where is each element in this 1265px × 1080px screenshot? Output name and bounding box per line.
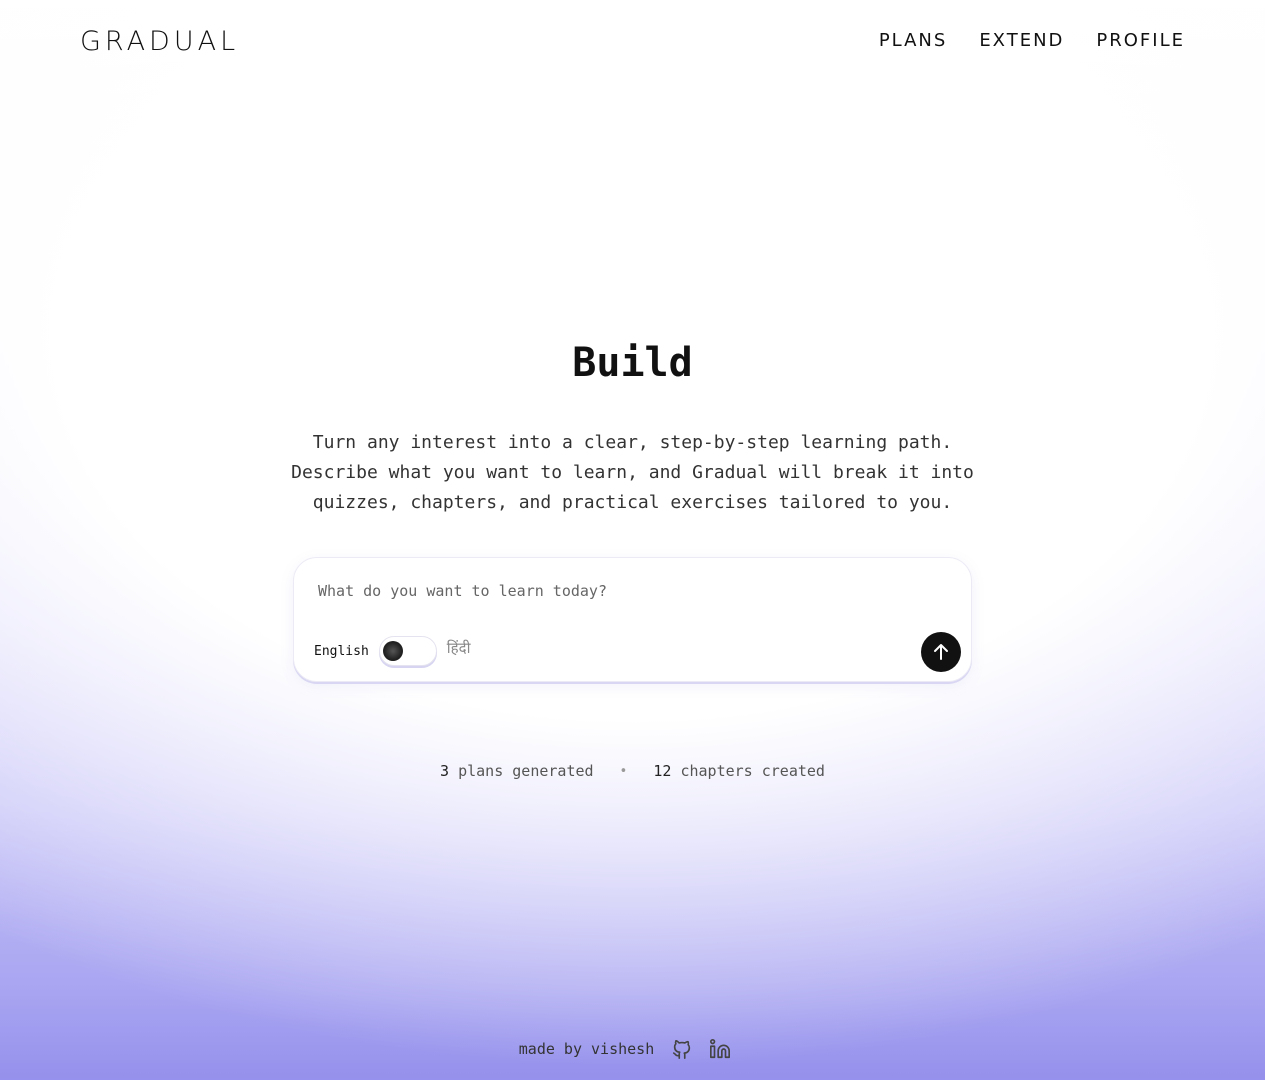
language-label-english: English [314, 643, 369, 659]
arrow-up-icon [931, 642, 951, 662]
stats-separator: • [619, 763, 628, 779]
logo[interactable]: GRADUAL [80, 26, 239, 57]
language-switch: English हिंदी [314, 636, 471, 666]
chapters-label: chapters created [680, 762, 825, 780]
nav-link-profile[interactable]: PROFILE [1096, 30, 1185, 51]
header: GRADUAL PLANS EXTEND PROFILE [0, 0, 1265, 82]
linkedin-icon[interactable] [708, 1037, 732, 1061]
prompt-card: English हिंदी [293, 557, 972, 682]
plans-label: plans generated [458, 762, 594, 780]
usage-stats: 3 plans generated • 12 chapters created [0, 762, 1265, 780]
language-toggle[interactable] [378, 636, 437, 666]
page-title: Build [572, 340, 693, 386]
submit-button[interactable] [921, 632, 961, 672]
learn-topic-input[interactable] [318, 580, 918, 602]
footer: made by vishesh [0, 1034, 1265, 1064]
plans-count: 3 [440, 762, 450, 780]
language-label-hindi: हिंदी [446, 639, 471, 657]
chapters-count: 12 [653, 762, 672, 780]
background-gradient [0, 0, 1265, 1080]
github-icon[interactable] [670, 1037, 694, 1061]
main-nav: PLANS EXTEND PROFILE [879, 30, 1185, 51]
nav-link-plans[interactable]: PLANS [879, 30, 948, 51]
made-by-text: made by vishesh [518, 1040, 655, 1058]
logo-text[interactable]: GRADUAL [80, 26, 239, 57]
page-subtitle: Turn any interest into a clear, step-by-… [291, 432, 974, 513]
toggle-knob [382, 641, 403, 661]
nav-link-extend[interactable]: EXTEND [979, 30, 1064, 51]
